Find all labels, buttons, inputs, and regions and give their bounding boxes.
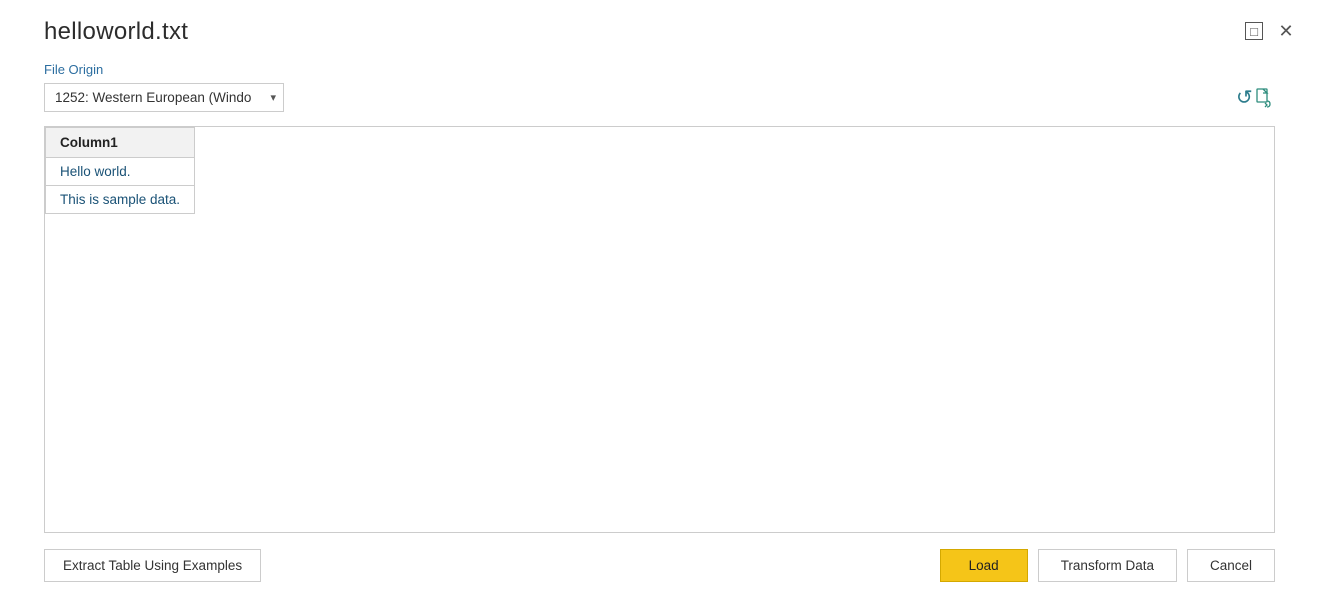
cancel-button[interactable]: Cancel xyxy=(1187,549,1275,582)
main-window: helloworld.txt □ ✕ File Origin 1252: Wes… xyxy=(0,0,1319,600)
table-cell: Hello world. xyxy=(46,158,195,186)
table-header-cell: Column1 xyxy=(46,128,195,158)
table-container[interactable]: Column1 Hello world.This is sample data. xyxy=(44,126,1275,533)
transform-data-button[interactable]: Transform Data xyxy=(1038,549,1177,582)
maximize-button[interactable]: □ xyxy=(1245,22,1263,40)
footer-right: Load Transform Data Cancel xyxy=(940,549,1275,582)
load-button[interactable]: Load xyxy=(940,549,1028,582)
file-origin-row: 1252: Western European (Windows)65001: U… xyxy=(44,83,1275,112)
title-bar: helloworld.txt □ ✕ xyxy=(0,0,1319,46)
table-body: Hello world.This is sample data. xyxy=(46,158,195,214)
refresh-button[interactable]: ↻ xyxy=(1236,85,1275,110)
file-origin-label: File Origin xyxy=(44,62,1275,77)
table-header: Column1 xyxy=(46,128,195,158)
window-title: helloworld.txt xyxy=(44,18,188,46)
extract-table-button[interactable]: Extract Table Using Examples xyxy=(44,549,261,582)
data-table: Column1 Hello world.This is sample data. xyxy=(45,127,195,214)
refresh-svg-icon xyxy=(1253,87,1275,109)
footer: Extract Table Using Examples Load Transf… xyxy=(0,533,1319,600)
table-row: This is sample data. xyxy=(46,186,195,214)
content-area: File Origin 1252: Western European (Wind… xyxy=(0,46,1319,533)
close-button[interactable]: ✕ xyxy=(1277,22,1295,40)
window-controls: □ ✕ xyxy=(1245,18,1295,40)
file-origin-select-wrapper: 1252: Western European (Windows)65001: U… xyxy=(44,83,284,112)
footer-left: Extract Table Using Examples xyxy=(44,549,261,582)
header-row: Column1 xyxy=(46,128,195,158)
table-row: Hello world. xyxy=(46,158,195,186)
table-cell: This is sample data. xyxy=(46,186,195,214)
refresh-icon: ↻ xyxy=(1236,85,1253,110)
file-origin-select[interactable]: 1252: Western European (Windows)65001: U… xyxy=(44,83,284,112)
